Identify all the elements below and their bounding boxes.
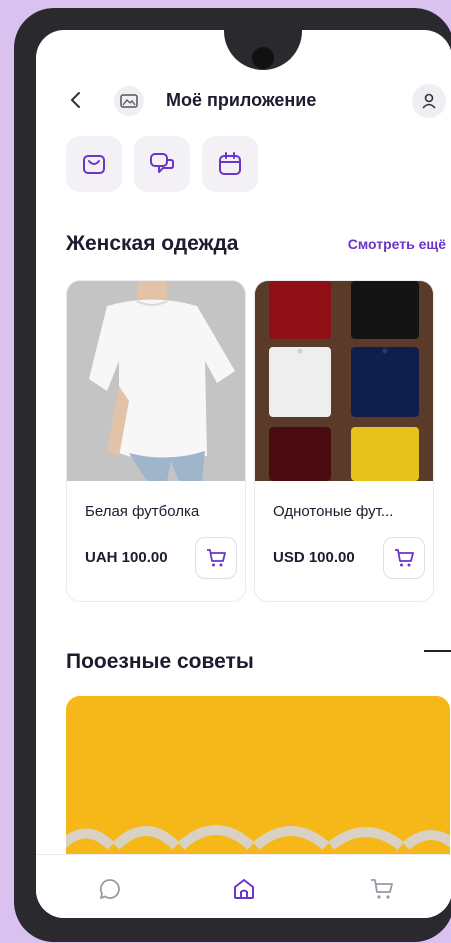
front-camera (252, 47, 274, 69)
app-screen: Моё приложение Женская одежда Смотреть е… (36, 30, 451, 918)
cart-icon (207, 549, 226, 567)
section-title-womens-clothing: Женская одежда (66, 232, 239, 255)
calendar-icon (219, 152, 241, 175)
quick-action-shopping[interactable] (66, 136, 122, 192)
product-name: Белая футболка (85, 503, 200, 520)
add-to-cart-button[interactable] (383, 537, 425, 579)
product-card[interactable]: Однотоные фут... USD 100.00 (254, 280, 434, 602)
see-more-link[interactable]: Смотреть ещё (348, 236, 446, 252)
phone-frame: Моё приложение Женская одежда Смотреть е… (14, 8, 451, 942)
cart-icon (371, 879, 393, 899)
user-icon (422, 93, 436, 109)
product-price: UAH 100.00 (85, 549, 168, 566)
product-image (67, 281, 245, 481)
profile-button[interactable] (412, 84, 446, 118)
shopping-bag-icon (83, 155, 105, 174)
nav-chat[interactable] (94, 873, 126, 905)
home-icon (234, 879, 254, 899)
product-price: USD 100.00 (273, 549, 355, 566)
back-button[interactable] (64, 88, 88, 112)
quick-action-calendar[interactable] (202, 136, 258, 192)
product-image (255, 281, 433, 481)
chat-icon (150, 153, 174, 173)
bottom-navigation (36, 854, 451, 918)
nav-home[interactable] (228, 873, 260, 905)
nav-cart[interactable] (366, 873, 398, 905)
section-title-tips: Пооезные советы (66, 650, 254, 673)
quick-action-chat[interactable] (134, 136, 190, 192)
top-bar: Моё приложение (36, 70, 451, 126)
chevron-left-icon (70, 92, 80, 108)
cart-icon (395, 549, 414, 567)
side-divider (424, 650, 451, 652)
product-card[interactable]: Белая футболка UAH 100.00 (66, 280, 246, 602)
app-logo-icon (114, 86, 144, 116)
page-title: Моё приложение (166, 90, 317, 110)
add-to-cart-button[interactable] (195, 537, 237, 579)
chat-bubble-icon (99, 879, 120, 899)
product-name: Однотоные фут... (273, 503, 394, 520)
tips-banner-image[interactable] (66, 696, 450, 866)
